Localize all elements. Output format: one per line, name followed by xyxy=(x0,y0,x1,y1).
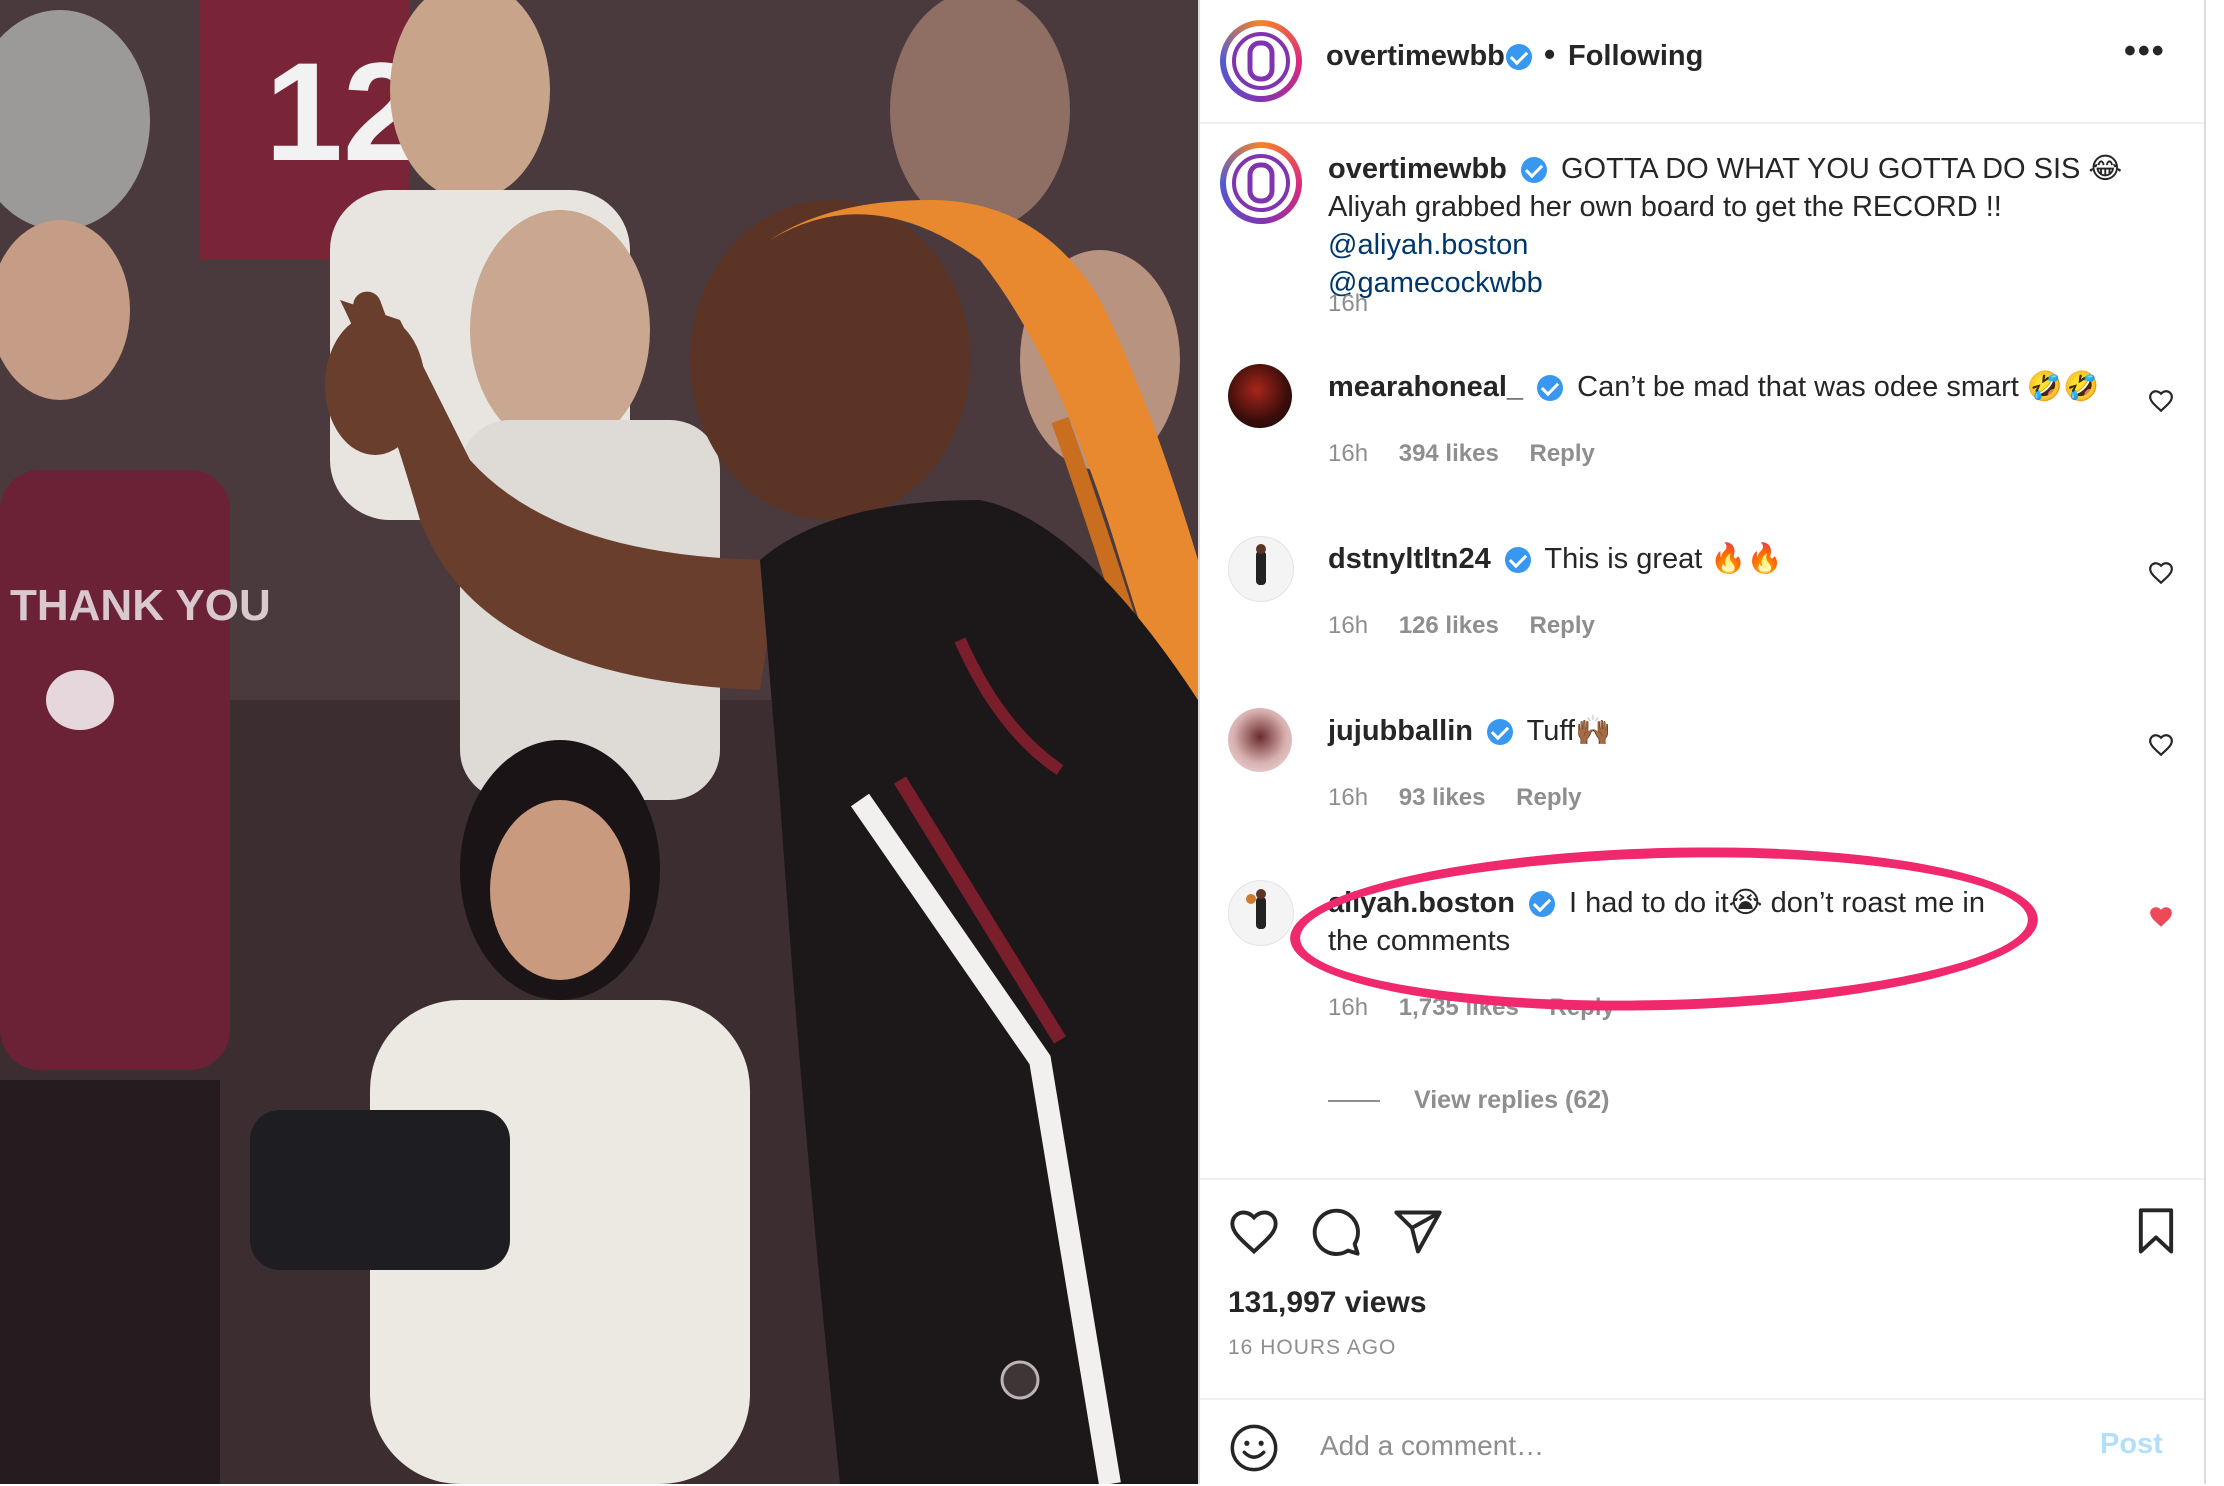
comment-username[interactable]: mearahoneal_ xyxy=(1328,371,1523,403)
verified-badge-icon xyxy=(1537,375,1564,402)
comment-body: This is great 🔥🔥 xyxy=(1544,543,1783,575)
comment-body: Can’t be mad that was odee smart 🤣🤣 xyxy=(1577,371,2100,403)
post-button[interactable]: Post xyxy=(2100,1428,2163,1461)
following-button[interactable]: Following xyxy=(1568,40,1703,73)
post-header: overtimewbb • Following ••• xyxy=(1200,0,2204,124)
mention-aliyah[interactable]: @aliyah.boston xyxy=(1328,229,1528,261)
post-video[interactable]: 12 THANK YOU xyxy=(0,0,1198,1484)
author-avatar[interactable] xyxy=(1220,20,1302,102)
verified-badge-icon xyxy=(1487,719,1514,746)
comment-likes[interactable]: 93 likes xyxy=(1399,784,1486,811)
comment-meta: 16h 93 likes Reply xyxy=(1328,784,1606,812)
commenter-avatar[interactable] xyxy=(1228,536,1294,602)
post-time-ago: 16 HOURS AGO xyxy=(1228,1336,1397,1359)
comment-time[interactable]: 16h xyxy=(1328,994,1368,1021)
commenter-avatar[interactable] xyxy=(1228,880,1294,946)
view-replies-button[interactable]: View replies (62) xyxy=(1328,1086,1609,1115)
comment-username[interactable]: dstnyltltn24 xyxy=(1328,543,1491,575)
comment-time[interactable]: 16h xyxy=(1328,440,1368,467)
caption-text: overtimewbb GOTTA DO WHAT YOU GOTTA DO S… xyxy=(1328,150,2128,302)
more-options-icon[interactable]: ••• xyxy=(2124,32,2166,71)
post-panel: overtimewbb • Following ••• overtimewbb … xyxy=(1200,0,2204,1484)
caption-meta: 16h xyxy=(1328,290,1392,318)
bookmark-icon[interactable] xyxy=(2130,1206,2182,1258)
view-replies-label: View replies (62) xyxy=(1414,1086,1610,1114)
heart-outline-icon[interactable] xyxy=(2148,732,2174,758)
heart-outline-icon[interactable] xyxy=(1228,1206,1280,1258)
views-count[interactable]: 131,997 views xyxy=(1228,1286,1427,1320)
verified-badge-icon xyxy=(1520,157,1547,184)
verified-badge-icon xyxy=(1506,44,1532,70)
comment-username[interactable]: jujubballin xyxy=(1328,715,1473,747)
comment-likes[interactable]: 126 likes xyxy=(1399,612,1499,639)
caption-avatar[interactable] xyxy=(1220,142,1302,224)
commenter-avatar[interactable] xyxy=(1228,708,1292,772)
replies-divider-line xyxy=(1328,1100,1380,1103)
verified-badge-icon xyxy=(1504,547,1531,574)
caption-time[interactable]: 16h xyxy=(1328,290,1368,317)
person-silhouette-icon xyxy=(1256,544,1266,585)
overtime-o-logo-icon xyxy=(1230,152,1292,214)
comment-text: mearahoneal_ Can’t be mad that was odee … xyxy=(1328,368,2128,406)
heart-filled-icon[interactable] xyxy=(2148,904,2174,930)
comment-text: jujubballin Tuff🙌🏾 xyxy=(1328,712,2128,750)
overtime-o-logo-icon xyxy=(1230,30,1292,92)
heart-outline-icon[interactable] xyxy=(2148,388,2174,414)
comment-time[interactable]: 16h xyxy=(1328,784,1368,811)
window-edge xyxy=(2204,0,2224,1484)
paper-plane-icon[interactable] xyxy=(1392,1206,1444,1258)
reply-button[interactable]: Reply xyxy=(1516,784,1581,811)
comment-text: dstnyltltn24 This is great 🔥🔥 xyxy=(1328,540,2128,578)
commenter-avatar[interactable] xyxy=(1228,364,1292,428)
svg-text:THANK YOU: THANK YOU xyxy=(10,581,271,630)
caption-username[interactable]: overtimewbb xyxy=(1328,153,1507,185)
action-bar: 131,997 views 16 HOURS AGO xyxy=(1200,1178,2204,1400)
heart-outline-icon[interactable] xyxy=(2148,560,2174,586)
smiley-face-icon[interactable] xyxy=(1228,1422,1280,1474)
comment-body: Tuff🙌🏾 xyxy=(1526,715,1612,747)
comment-time[interactable]: 16h xyxy=(1328,612,1368,639)
video-frame-illustration: 12 THANK YOU xyxy=(0,0,1198,1484)
reply-button[interactable]: Reply xyxy=(1529,440,1594,467)
comment-meta: 16h 126 likes Reply xyxy=(1328,612,1619,640)
comment-meta: 16h 394 likes Reply xyxy=(1328,440,1619,468)
comment-input[interactable] xyxy=(1318,1420,2082,1472)
separator-dot: • xyxy=(1544,36,1556,72)
add-comment-bar: Post xyxy=(1200,1398,2204,1486)
comment-bubble-icon[interactable] xyxy=(1310,1206,1362,1258)
author-username[interactable]: overtimewbb xyxy=(1326,40,1505,73)
person-silhouette-icon xyxy=(1246,889,1266,929)
comment-likes[interactable]: 394 likes xyxy=(1399,440,1499,467)
reply-button[interactable]: Reply xyxy=(1529,612,1594,639)
